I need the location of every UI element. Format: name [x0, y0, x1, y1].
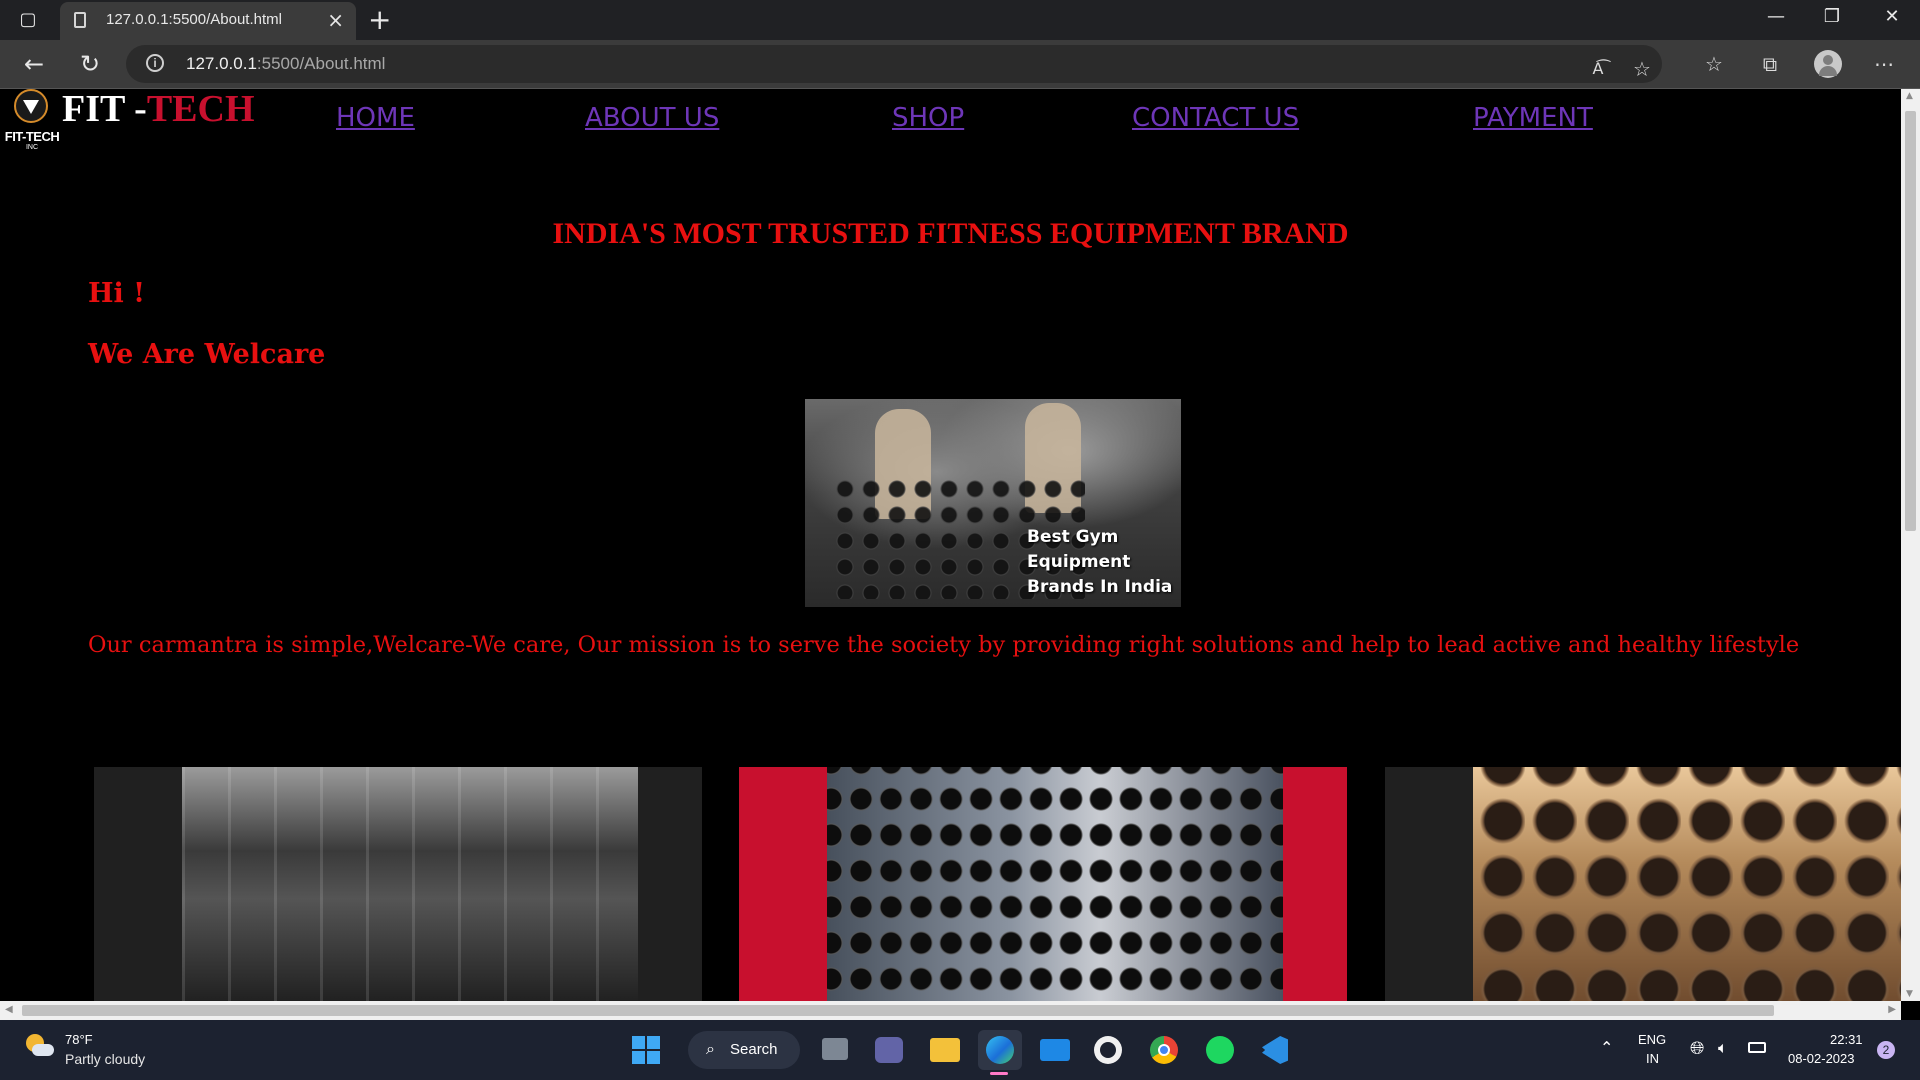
greeting-heading: Hi ! [88, 278, 146, 309]
vertical-scroll-thumb[interactable] [1905, 111, 1916, 531]
start-icon[interactable] [632, 1036, 660, 1064]
notification-badge[interactable]: 2 [1877, 1041, 1895, 1059]
language-line2[interactable]: IN [1646, 1051, 1659, 1066]
page-icon [74, 12, 86, 28]
address-bar[interactable]: i 127.0.0.1:5500/About.html A͡ ☆ [126, 45, 1662, 83]
hero-caption: Best Gym Equipment Brands In India [1027, 527, 1173, 597]
profile-avatar[interactable] [1814, 50, 1842, 78]
language-line1[interactable]: ENG [1638, 1032, 1666, 1047]
browser-tab-active[interactable]: 127.0.0.1:5500/About.html × [60, 2, 356, 40]
vscode-icon[interactable] [1262, 1036, 1288, 1064]
read-aloud-icon[interactable]: A͡ [1584, 57, 1612, 81]
browser-toolbar: ← ↻ i 127.0.0.1:5500/About.html A͡ ☆ ☆ ⧉… [0, 40, 1920, 89]
dumbbells-closeup-image [1473, 767, 1901, 1001]
brand-title: FIT -TECH [62, 89, 255, 131]
file-explorer-icon[interactable] [930, 1038, 960, 1062]
brand-title-part1: FIT - [62, 89, 147, 130]
horizontal-scroll-thumb[interactable] [22, 1005, 1774, 1016]
task-view-icon[interactable] [822, 1038, 848, 1060]
dumbbell-rack-image [827, 767, 1283, 1001]
spotify-icon[interactable] [1206, 1036, 1234, 1064]
logo-subtext: INC [25, 144, 39, 151]
network-icon[interactable]: 🌐︎ [1690, 1038, 1704, 1059]
page-viewport: FIT-TECH INC FIT -TECH HOME ABOUT US SHO… [0, 89, 1901, 1001]
minimize-icon[interactable]: — [1756, 6, 1796, 27]
gallery-card [94, 767, 702, 1001]
edge-active-indicator [990, 1072, 1008, 1075]
weather-icon[interactable] [22, 1034, 54, 1060]
weather-temp[interactable]: 78°F [65, 1032, 93, 1047]
url-text[interactable]: 127.0.0.1:5500/About.html [186, 54, 385, 74]
collections-icon[interactable]: ⧉ [1756, 52, 1784, 76]
nav-link-home[interactable]: HOME [336, 103, 415, 133]
search-icon: ⌕ [706, 1039, 715, 1058]
favorites-icon[interactable]: ☆ [1700, 52, 1728, 76]
tab-actions-icon[interactable]: ▢ [18, 10, 38, 30]
fit-tech-logo-icon [14, 89, 48, 123]
volume-icon[interactable]: 🔈︎ [1718, 1038, 1728, 1058]
add-favorite-icon[interactable]: ☆ [1628, 57, 1656, 81]
gallery-card [739, 767, 1347, 1001]
weather-desc[interactable]: Partly cloudy [65, 1051, 145, 1067]
browser-tabbar: ▢ 127.0.0.1:5500/About.html × + — ❐ ✕ [0, 0, 1920, 40]
mail-icon[interactable] [1040, 1039, 1070, 1061]
url-path: :5500/About.html [256, 54, 386, 73]
site-info-icon[interactable]: i [146, 54, 164, 72]
brand-title-part2: TECH [146, 89, 255, 130]
close-window-icon[interactable]: ✕ [1872, 6, 1912, 27]
gallery-card [1385, 767, 1901, 1001]
nav-link-shop[interactable]: SHOP [892, 103, 964, 133]
edge-icon[interactable] [978, 1030, 1022, 1070]
reload-icon[interactable]: ↻ [74, 48, 106, 80]
chrome-icon[interactable] [1150, 1036, 1178, 1064]
github-icon[interactable] [1094, 1036, 1122, 1064]
nav-link-about-us[interactable]: ABOUT US [585, 103, 719, 133]
more-menu-icon[interactable]: ⋯ [1870, 52, 1898, 76]
clock-date[interactable]: 08-02-2023 [1788, 1051, 1855, 1066]
hero-image: Best Gym Equipment Brands In India [805, 399, 1181, 607]
tab-title: 127.0.0.1:5500/About.html [106, 11, 282, 28]
url-host: 127.0.0.1 [186, 54, 257, 73]
vertical-scrollbar[interactable]: ▲ ▼ [1901, 89, 1920, 1001]
horizontal-scrollbar[interactable]: ◀ ▶ [0, 1001, 1901, 1020]
nav-link-payment[interactable]: PAYMENT [1473, 103, 1593, 133]
gym-machines-image [182, 767, 638, 1001]
logo-text: FIT-TECH [4, 129, 60, 144]
new-tab-button[interactable]: + [368, 4, 391, 36]
nav-link-contact-us[interactable]: CONTACT US [1132, 103, 1299, 133]
intro-heading: We Are Welcare [88, 339, 326, 370]
mission-text: Our carmantra is simple,Welcare-We care,… [88, 632, 1800, 658]
show-hidden-icons[interactable]: ⌃ [1600, 1038, 1613, 1057]
search-button[interactable]: ⌕ Search [688, 1031, 800, 1069]
taskbar: 78°F Partly cloudy ⌕ Search ⌃ ENG IN 🌐︎ … [0, 1020, 1920, 1080]
clock-time[interactable]: 22:31 [1830, 1032, 1863, 1047]
back-icon[interactable]: ← [18, 48, 50, 80]
teams-chat-icon[interactable] [875, 1037, 903, 1063]
search-label: Search [730, 1041, 778, 1058]
close-tab-icon[interactable]: × [327, 8, 344, 32]
restore-icon[interactable]: ❐ [1812, 6, 1852, 27]
page-headline: INDIA'S MOST TRUSTED FITNESS EQUIPMENT B… [552, 217, 1349, 250]
battery-icon[interactable] [1748, 1042, 1766, 1053]
